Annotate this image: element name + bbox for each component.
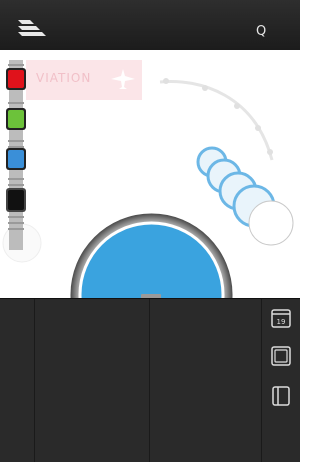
menu-icon [18,20,46,36]
square-icon [271,346,291,366]
color-wheel[interactable] [70,213,233,298]
search-icon: Q [256,24,267,39]
panel-column-1 [0,299,35,462]
calendar-icon: 19 [271,309,291,328]
panel-column-3 [149,299,262,462]
search-button[interactable]: Q [256,20,270,39]
panel-icon [272,386,290,406]
canvas-area: VIATION [0,50,300,298]
top-bar: Q [0,0,300,50]
bottom-panel: 19 [0,298,300,462]
svg-text:19: 19 [277,318,286,326]
panel-column-2 [34,299,150,462]
bubble-5 [248,200,294,246]
panel-button[interactable] [270,385,292,407]
app-root: Q VIATION 19 [0,0,300,462]
menu-button[interactable] [14,18,50,38]
calendar-button[interactable]: 19 [270,307,292,329]
square-button[interactable] [270,345,292,367]
